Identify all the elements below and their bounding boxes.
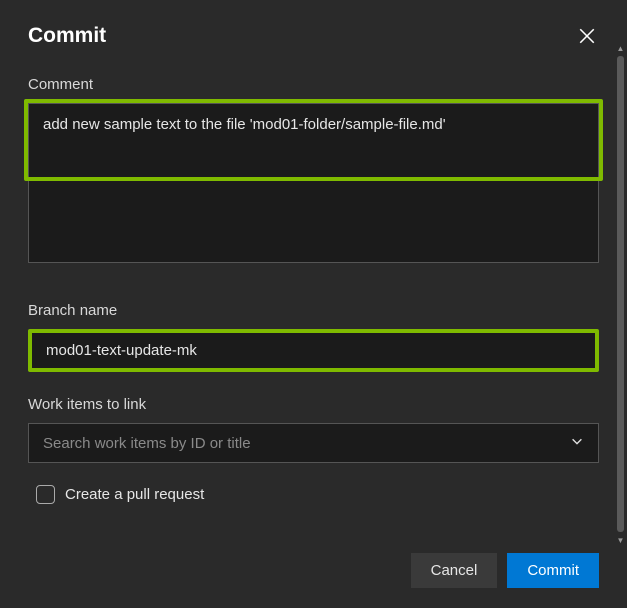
pullrequest-checkbox[interactable] [36,485,55,504]
comment-label: Comment [28,76,599,93]
cancel-button[interactable]: Cancel [411,553,498,588]
dialog-header: Commit [28,24,599,48]
branch-field-group [28,329,599,372]
workitems-label: Work items to link [28,396,599,413]
pullrequest-row: Create a pull request [28,485,599,504]
close-button[interactable] [575,24,599,48]
dialog-title: Commit [28,24,106,48]
commit-dialog: Commit Comment Branch name Work items to… [0,0,627,608]
chevron-down-icon [570,434,584,452]
branch-input[interactable] [32,333,595,368]
comment-input[interactable] [28,103,599,263]
branch-label: Branch name [28,302,599,319]
scroll-down-arrow[interactable]: ▼ [616,536,625,545]
dialog-footer: Cancel Commit [28,553,599,588]
comment-field-group [28,103,599,268]
dialog-scrollbar[interactable] [617,56,624,532]
scrollbar-thumb[interactable] [617,56,624,532]
workitems-placeholder: Search work items by ID or title [43,435,251,452]
close-icon [578,27,596,45]
pullrequest-label: Create a pull request [65,486,204,503]
scroll-up-arrow[interactable]: ▲ [616,44,625,53]
commit-button[interactable]: Commit [507,553,599,588]
workitems-dropdown[interactable]: Search work items by ID or title [28,423,599,463]
workitems-field-group: Search work items by ID or title [28,423,599,463]
branch-highlight [28,329,599,372]
